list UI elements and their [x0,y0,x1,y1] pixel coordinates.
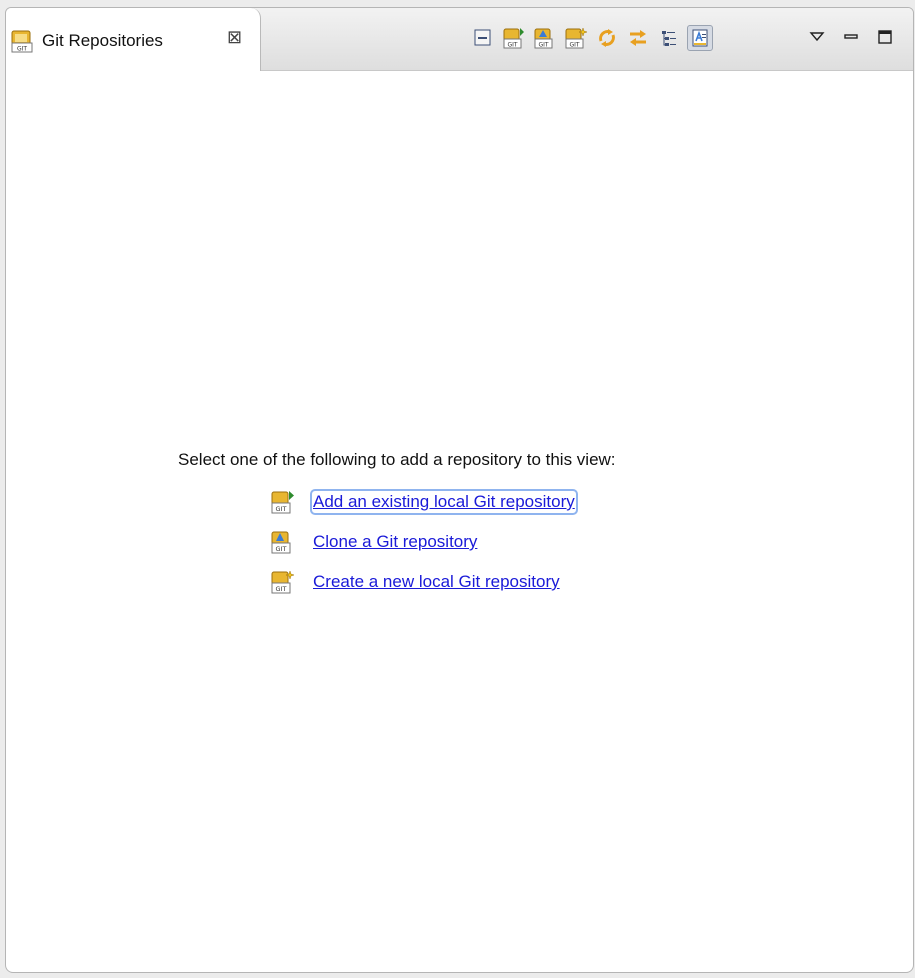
view-menu-button[interactable] [806,26,828,48]
show-details-button[interactable] [687,25,713,51]
maximize-button[interactable] [874,26,896,48]
clone-repository-button[interactable]: GIT [532,25,558,51]
tab-git-repositories[interactable]: GIT Git Repositories ⊠ [6,8,261,71]
svg-text:GIT: GIT [276,505,287,513]
create-repository-icon: GIT [271,570,295,594]
refresh-icon [599,29,615,47]
git-repositories-view: GIT Git Repositories ⊠ GIT GIT GIT Selec… [5,7,914,973]
svg-text:GIT: GIT [276,545,287,553]
empty-view-prompt: Select one of the following to add a rep… [178,450,616,469]
view-menu-icon [809,32,825,42]
link-with-selection-icon [630,30,646,46]
hierarchical-layout-button[interactable] [656,25,682,51]
clone-repository-row: GIT Clone a Git repository [270,529,477,555]
tab-title: Git Repositories [42,31,163,50]
svg-text:GIT: GIT [569,42,579,49]
minimize-button[interactable] [840,26,862,48]
view-content: Select one of the following to add a rep… [6,71,913,972]
create-repository-icon: GIT [565,27,588,49]
add-repository-icon: GIT [503,28,524,49]
collapse-all-button[interactable] [470,25,496,51]
close-icon[interactable]: ⊠ [227,27,242,48]
collapse-all-icon [474,29,491,46]
add-existing-repository-row: GIT Add an existing local Git repository [270,489,578,515]
maximize-icon [878,30,892,44]
clone-repository-link[interactable]: Clone a Git repository [313,532,477,552]
create-repository-row: GIT Create a new local Git repository [270,569,560,595]
link-with-selection-button[interactable] [625,25,651,51]
clone-repository-icon: GIT [534,28,553,49]
svg-text:GIT: GIT [538,42,548,49]
add-repository-button[interactable]: GIT [501,25,527,51]
hierarchical-layout-icon [662,31,676,46]
clone-repository-icon: GIT [271,531,291,554]
create-repository-button[interactable]: GIT [563,25,589,51]
svg-text:GIT: GIT [17,46,27,53]
svg-text:GIT: GIT [507,42,517,49]
add-existing-repository-link[interactable]: Add an existing local Git repository [310,489,578,515]
refresh-button[interactable] [594,25,620,51]
svg-text:GIT: GIT [276,585,287,593]
view-controls [806,26,908,48]
view-toolbar: GIT GIT GIT [470,25,718,51]
add-repository-icon: GIT [271,491,294,514]
git-repository-icon: GIT [11,30,33,53]
create-repository-link[interactable]: Create a new local Git repository [313,572,560,592]
minimize-icon [844,34,858,39]
show-details-icon [692,29,708,47]
view-tab-bar: GIT Git Repositories ⊠ GIT GIT GIT [6,8,913,71]
